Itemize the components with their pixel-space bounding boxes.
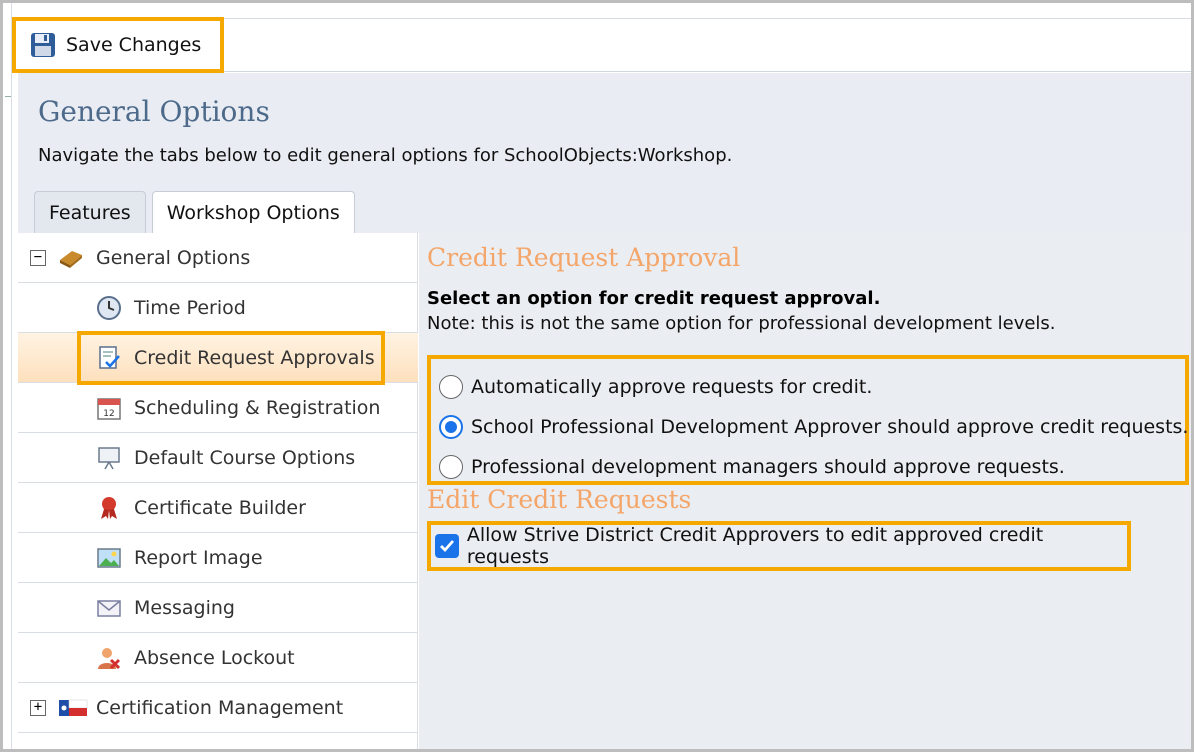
tree-item-credit-request-approvals[interactable]: Credit Request Approvals (18, 331, 418, 385)
tree-item-label: General Options (96, 246, 251, 269)
left-edge-strip (0, 0, 12, 752)
tree-item-label: Messaging (134, 596, 235, 619)
clock-icon (96, 295, 122, 321)
ribbon-icon (96, 495, 122, 521)
presentation-icon (96, 445, 122, 471)
tree-item-scheduling-registration[interactable]: 12 Scheduling & Registration (18, 383, 418, 433)
tree-item-absence-lockout[interactable]: Absence Lockout (18, 633, 418, 683)
tab-features[interactable]: Features (34, 191, 146, 233)
tree-item-certification-management[interactable]: + Certification Management (18, 683, 418, 733)
radio-option-pd-managers[interactable]: Professional development managers should… (439, 453, 1065, 481)
calendar-icon: 12 (96, 395, 122, 421)
edit-approved-requests-option[interactable]: Allow Strive District Credit Approvers t… (427, 521, 1131, 571)
credit-request-approval-heading: Credit Request Approval (427, 243, 741, 272)
tree-item-label: Absence Lockout (134, 646, 295, 669)
floppy-disk-icon (30, 32, 56, 58)
radio-option-label: Automatically approve requests for credi… (471, 376, 873, 398)
radio-option-school-pd-approver[interactable]: School Professional Development Approver… (439, 413, 1188, 441)
tree-item-label: Credit Request Approvals (134, 346, 375, 369)
approval-instruction: Select an option for credit request appr… (427, 288, 881, 309)
radio-button[interactable] (439, 375, 463, 399)
save-changes-label: Save Changes (66, 34, 202, 56)
tab-bar: Features Workshop Options (34, 191, 355, 234)
book-icon (58, 245, 84, 271)
checkbox-label: Allow Strive District Credit Approvers t… (466, 524, 1044, 568)
tab-workshop-options[interactable]: Workshop Options (151, 191, 355, 234)
tree-item-label: Default Course Options (134, 446, 356, 469)
edit-credit-requests-heading: Edit Credit Requests (427, 485, 692, 514)
options-tree: − General Options Time Period Credit Req… (18, 233, 418, 749)
radio-option-auto-approve[interactable]: Automatically approve requests for credi… (439, 373, 872, 401)
radio-option-label: Professional development managers should… (471, 456, 1065, 478)
tree-item-time-period[interactable]: Time Period (18, 283, 418, 333)
tree-item-messaging[interactable]: Messaging (18, 583, 418, 633)
tree-item-label: Certificate Builder (134, 496, 306, 519)
envelope-icon (96, 595, 122, 621)
page-header: General Options Navigate the tabs below … (18, 73, 1191, 234)
user-x-icon (96, 645, 122, 671)
collapse-icon[interactable]: − (30, 250, 46, 266)
tree-item-label: Certification Management (96, 696, 344, 719)
toolbar: Save Changes (12, 17, 1191, 73)
options-content-panel: Credit Request Approval Select an option… (419, 233, 1191, 749)
tree-item-label: Scheduling & Registration (134, 396, 381, 419)
page-title: General Options (38, 95, 270, 128)
tree-item-label: Report Image (134, 546, 263, 569)
tree-item-general-options[interactable]: − General Options (18, 233, 418, 283)
save-changes-button[interactable]: Save Changes (12, 17, 224, 73)
approval-note: Note: this is not the same option for pr… (427, 313, 1056, 334)
expand-icon[interactable]: + (30, 700, 46, 716)
radio-option-label: School Professional Development Approver… (471, 416, 1189, 438)
svg-text:12: 12 (103, 409, 114, 419)
tree-item-report-image[interactable]: Report Image (18, 533, 418, 583)
document-check-icon (96, 345, 122, 371)
radio-button[interactable] (439, 455, 463, 479)
tree-item-certificate-builder[interactable]: Certificate Builder (18, 483, 418, 533)
tree-item-default-course-options[interactable]: Default Course Options (18, 433, 418, 483)
tree-item-label: Time Period (134, 296, 246, 319)
flag-icon (58, 695, 88, 721)
checkbox-checked[interactable] (435, 534, 459, 558)
radio-button[interactable] (439, 415, 463, 439)
page-subtitle: Navigate the tabs below to edit general … (38, 145, 733, 166)
image-icon (96, 545, 122, 571)
